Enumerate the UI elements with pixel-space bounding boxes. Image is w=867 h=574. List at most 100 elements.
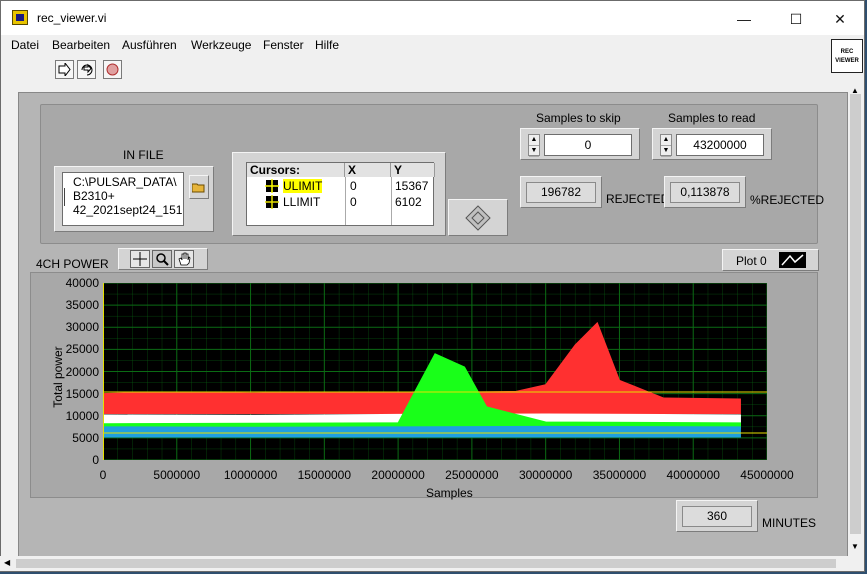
rejected-percent: 0,113878 xyxy=(670,182,740,203)
scroll-thumb-h[interactable] xyxy=(16,559,836,568)
cursor-legend[interactable]: Cursors: X Y ULIMIT 0 15367 LLIMIT 0 610… xyxy=(246,162,435,226)
pan-tool-button[interactable] xyxy=(174,250,194,268)
y-tick-label: 35000 xyxy=(65,298,99,313)
samples-skip-label: Samples to skip xyxy=(536,111,621,125)
stop-icon xyxy=(106,63,119,76)
cursor-header-name: Cursors: xyxy=(247,163,345,177)
rejected-percent-label: %REJECTED xyxy=(750,193,825,207)
in-file-path-line2: B2310+ xyxy=(73,189,115,203)
cursor-mover-button[interactable] xyxy=(448,199,508,236)
vertical-scrollbar[interactable]: ▲ ▼ xyxy=(848,82,863,556)
y-tick-label: 25000 xyxy=(65,342,99,357)
close-button[interactable]: ✕ xyxy=(817,5,863,33)
run-arrow-icon xyxy=(58,63,71,76)
x-tick-label: 45000000 xyxy=(740,468,794,482)
scroll-left-icon[interactable]: ◀ xyxy=(4,558,10,567)
browse-button[interactable] xyxy=(189,175,209,199)
menu-datei[interactable]: Datei xyxy=(11,38,39,52)
col-divider xyxy=(391,177,392,225)
increment-icon[interactable]: ▲ xyxy=(661,135,671,146)
menu-hilfe[interactable]: Hilfe xyxy=(315,38,339,52)
samples-skip-spinner[interactable]: ▲ ▼ xyxy=(528,134,540,157)
x-tick-label: 5000000 xyxy=(153,468,201,482)
folder-icon xyxy=(192,183,205,192)
cursor-ulimit-y: 15367 xyxy=(395,179,429,193)
cursor-header-x: X xyxy=(345,163,391,177)
increment-icon[interactable]: ▲ xyxy=(529,135,539,146)
minimize-button[interactable]: — xyxy=(721,5,767,33)
x-tick-label: 10000000 xyxy=(223,468,278,482)
cursor-header-y: Y xyxy=(391,163,435,177)
plot-legend-swatch xyxy=(779,252,806,268)
cursor-ulimit-x: 0 xyxy=(350,179,357,193)
in-file-label: IN FILE xyxy=(123,148,164,162)
minutes-label: MINUTES xyxy=(762,516,816,530)
vi-icon-line2: VIEWER xyxy=(835,58,859,64)
horizontal-scrollbar[interactable]: ◀ xyxy=(0,556,848,571)
menu-bar: Datei Bearbeiten Ausführen Werkzeuge Fen… xyxy=(1,35,827,55)
scroll-down-icon[interactable]: ▼ xyxy=(851,542,859,551)
menu-werkzeuge[interactable]: Werkzeuge xyxy=(191,38,251,52)
samples-read-spinner[interactable]: ▲ ▼ xyxy=(660,134,672,157)
x-tick-label: 30000000 xyxy=(518,468,573,482)
x-tick-label: 35000000 xyxy=(592,468,647,482)
x-tick-label: 40000000 xyxy=(666,468,720,482)
x-tick-label: 25000000 xyxy=(445,468,499,482)
crosshair-icon xyxy=(133,252,147,266)
run-continuously-icon xyxy=(81,63,92,75)
cursor-mover-icon xyxy=(465,204,491,231)
abort-button[interactable] xyxy=(103,60,122,79)
menu-ausfuehren[interactable]: Ausführen xyxy=(122,38,177,52)
y-tick-label: 20000 xyxy=(65,364,99,379)
samples-skip-input[interactable]: 0 xyxy=(544,134,632,156)
path-tree-icon xyxy=(64,188,70,206)
hand-icon xyxy=(178,252,191,266)
plot-legend[interactable]: Plot 0 xyxy=(722,249,819,271)
cursor-crosshair-icon xyxy=(265,179,279,193)
y-tick-label: 0 xyxy=(92,453,99,467)
cursor-llimit-x: 0 xyxy=(350,195,357,209)
decrement-icon[interactable]: ▼ xyxy=(529,146,539,157)
cursor-crosshair-icon xyxy=(265,195,279,209)
maximize-button[interactable]: ☐ xyxy=(773,5,819,33)
menu-fenster[interactable]: Fenster xyxy=(263,38,304,52)
in-file-path[interactable]: C:\PULSAR_DATA\ B2310+ 42_2021sept24_151… xyxy=(62,172,184,226)
run-continuously-button[interactable] xyxy=(77,60,96,79)
title-bar: rec_viewer.vi — ☐ ✕ xyxy=(1,1,864,35)
scroll-thumb-v[interactable] xyxy=(850,94,861,534)
run-button[interactable] xyxy=(55,60,74,79)
graph-title: 4CH POWER xyxy=(36,257,109,271)
vi-icon-line1: REC xyxy=(840,49,854,55)
window-title: rec_viewer.vi xyxy=(37,11,107,25)
x-axis-label: Samples xyxy=(426,486,473,500)
col-divider xyxy=(345,177,346,225)
y-tick-label: 10000 xyxy=(65,408,99,423)
plot-line-icon xyxy=(781,254,804,266)
y-tick-label: 5000 xyxy=(72,430,99,445)
series-blue xyxy=(103,425,741,438)
x-tick-label: 0 xyxy=(99,468,107,482)
in-file-path-line3: 42_2021sept24_1510 xyxy=(73,203,184,217)
samples-read-input[interactable]: 43200000 xyxy=(676,134,764,156)
rejected-label: REJECTED xyxy=(606,192,670,206)
decrement-icon[interactable]: ▼ xyxy=(661,146,671,157)
labview-app-icon xyxy=(12,10,28,25)
cursor-ulimit-name[interactable]: ULIMIT xyxy=(283,179,323,193)
cursor-tool-button[interactable] xyxy=(130,250,150,268)
toolbar xyxy=(1,57,827,83)
zoom-tool-button[interactable] xyxy=(152,250,172,268)
cursor-llimit-name[interactable]: LLIMIT xyxy=(283,195,320,209)
vi-icon: REC VIEWER xyxy=(831,39,863,73)
y-tick-label: 30000 xyxy=(65,320,99,335)
x-tick-label: 15000000 xyxy=(297,468,352,482)
menu-bearbeiten[interactable]: Bearbeiten xyxy=(52,38,110,52)
cursor-llimit-y: 6102 xyxy=(395,195,422,209)
samples-read-label: Samples to read xyxy=(668,111,756,125)
power-graph[interactable] xyxy=(103,283,767,460)
x-tick-label: 20000000 xyxy=(371,468,425,482)
y-tick-label: 15000 xyxy=(65,386,99,401)
y-tick-label: 40000 xyxy=(65,276,99,290)
rejected-count: 196782 xyxy=(526,182,596,203)
minutes-value: 360 xyxy=(682,506,752,527)
in-file-path-line1: C:\PULSAR_DATA\ xyxy=(73,175,177,189)
